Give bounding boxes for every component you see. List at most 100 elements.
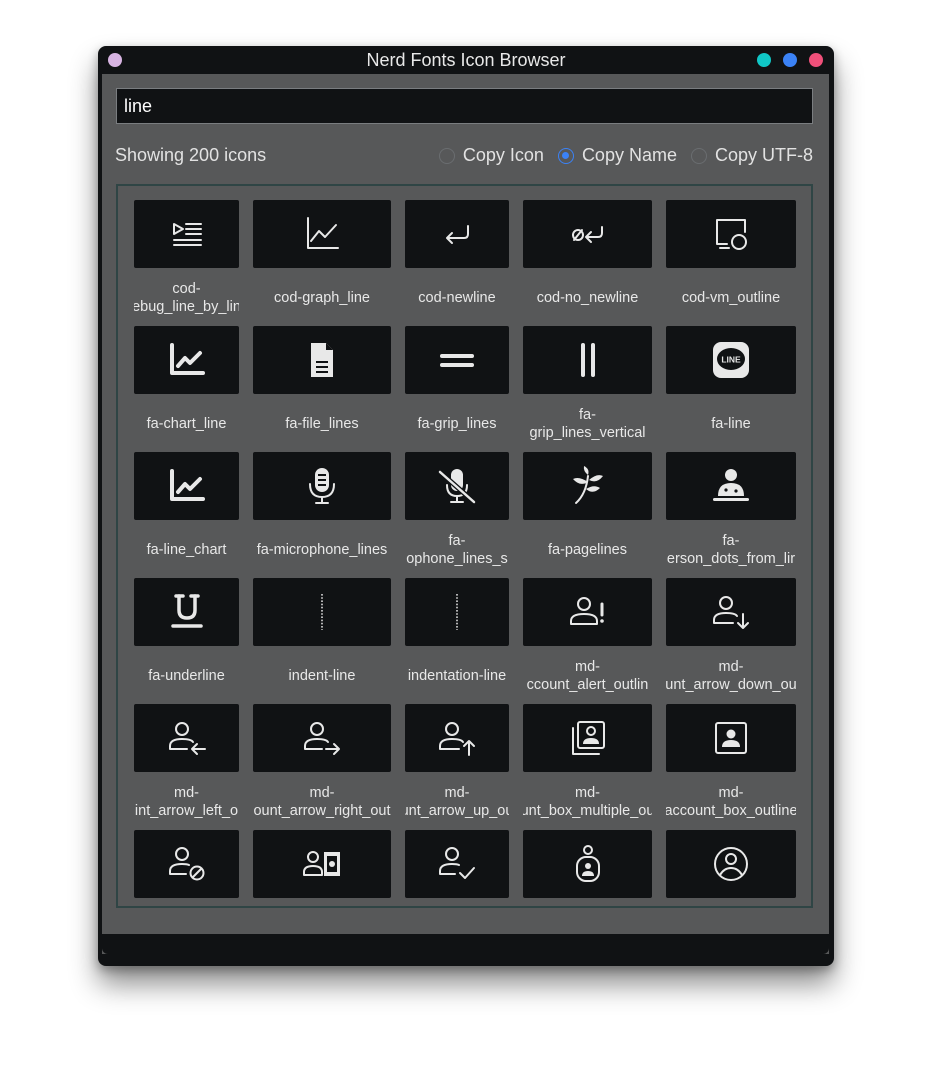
account-arrow-down-outline-icon	[711, 592, 751, 632]
icon-name-line: ophone_lines_s	[406, 551, 508, 567]
icon-name-line: fa-	[448, 533, 466, 549]
icon-name-line: md-	[718, 659, 744, 675]
account-cancel-outline-icon	[167, 844, 207, 884]
icon-cell[interactable]	[523, 830, 652, 906]
icon-name-label: fa-line_chart	[134, 526, 239, 574]
copy-icon-radio[interactable]	[438, 147, 455, 164]
icon-tile[interactable]	[666, 704, 796, 772]
icon-cell[interactable]: cod-newline	[405, 200, 509, 322]
icon-tile[interactable]	[134, 326, 239, 394]
icon-cell[interactable]: LINE fa-line	[666, 326, 796, 448]
icon-name-label: fa-chart_line	[134, 400, 239, 448]
icon-tile[interactable]	[253, 830, 391, 898]
icon-tile[interactable]	[523, 452, 652, 520]
icon-tile[interactable]	[253, 704, 391, 772]
line-app-icon: LINE	[711, 340, 751, 380]
icon-cell[interactable]	[405, 830, 509, 906]
icon-cell[interactable]: indent-line	[253, 578, 391, 700]
account-cash-outline-icon	[302, 844, 342, 884]
icon-cell[interactable]: md-unt_arrow_up_ou	[405, 704, 509, 826]
close-button[interactable]	[809, 53, 823, 67]
icon-cell[interactable]: md-int_arrow_left_o	[134, 704, 239, 826]
icon-tile[interactable]	[134, 578, 239, 646]
icon-name-label: md-int_arrow_left_o	[134, 778, 239, 826]
icon-tile[interactable]	[253, 452, 391, 520]
icon-name-line: fa-	[722, 533, 740, 549]
icon-cell[interactable]: fa-erson_dots_from_lir	[666, 452, 796, 574]
copy-utf8-radio[interactable]	[690, 147, 707, 164]
icon-cell[interactable]	[134, 830, 239, 906]
icon-cell[interactable]	[666, 830, 796, 906]
svg-text:LINE: LINE	[721, 355, 741, 365]
icon-cell[interactable]: md-account_box_outline	[666, 704, 796, 826]
icon-name-label: md-ount_arrow_right_out	[253, 778, 391, 826]
search-input[interactable]: line	[116, 88, 813, 124]
microphone-lines-icon	[302, 466, 342, 506]
icon-name-line: unt_arrow_up_ou	[405, 803, 509, 819]
copy-name-option[interactable]: Copy Name	[557, 145, 677, 166]
icon-tile[interactable]	[253, 578, 391, 646]
icon-cell[interactable]: fa-microphone_lines	[253, 452, 391, 574]
icon-name-line: fa-line	[711, 416, 751, 432]
icon-cell[interactable]: fa-line_chart	[134, 452, 239, 574]
no-newline-icon	[568, 214, 608, 254]
icon-tile[interactable]	[666, 578, 796, 646]
icon-cell[interactable]: cod-no_newline	[523, 200, 652, 322]
icon-tile[interactable]	[523, 200, 652, 268]
underline-icon	[167, 592, 207, 632]
icon-name-line: fa-pagelines	[548, 542, 627, 558]
icon-tile[interactable]	[405, 326, 509, 394]
icon-tile[interactable]	[405, 452, 509, 520]
icon-cell[interactable]: md-unt_arrow_down_ou	[666, 578, 796, 700]
icon-cell[interactable]: fa-file_lines	[253, 326, 391, 448]
copy-utf8-option[interactable]: Copy UTF-8	[690, 145, 813, 166]
icon-name-line: indent-line	[288, 668, 356, 684]
icon-cell[interactable]: cod-graph_line	[253, 200, 391, 322]
icon-cell[interactable]: indentation-line	[405, 578, 509, 700]
icon-tile[interactable]	[134, 200, 239, 268]
icon-tile[interactable]	[134, 704, 239, 772]
icon-cell[interactable]: md-ccount_alert_outlin	[523, 578, 652, 700]
icon-cell[interactable]: fa-underline	[134, 578, 239, 700]
icon-tile[interactable]	[253, 326, 391, 394]
icon-name-label: cod-ebug_line_by_lin	[134, 274, 239, 322]
icon-tile[interactable]	[405, 200, 509, 268]
icon-tile[interactable]	[405, 578, 509, 646]
account-box-multiple-outline-icon	[568, 718, 608, 758]
icon-cell[interactable]: fa-grip_lines_vertical	[523, 326, 652, 448]
icon-cell[interactable]: cod-ebug_line_by_lin	[134, 200, 239, 322]
title-bar[interactable]: Nerd Fonts Icon Browser	[98, 46, 834, 74]
icon-cell[interactable]: fa-chart_line	[134, 326, 239, 448]
copy-name-radio[interactable]	[557, 147, 574, 164]
icon-grid[interactable]: cod-ebug_line_by_lin cod-graph_line cod-ne…	[116, 184, 813, 908]
icon-tile[interactable]	[405, 704, 509, 772]
icon-name-line: ount_arrow_right_out	[253, 803, 391, 819]
icon-name-label: cod-graph_line	[253, 274, 391, 322]
icon-cell[interactable]: fa-pagelines	[523, 452, 652, 574]
icon-tile[interactable]	[253, 200, 391, 268]
icon-tile[interactable]	[134, 830, 239, 898]
icon-tile[interactable]	[523, 704, 652, 772]
icon-name-line: indentation-line	[407, 668, 507, 684]
copy-icon-option[interactable]: Copy Icon	[438, 145, 544, 166]
icon-cell[interactable]: fa-grip_lines	[405, 326, 509, 448]
icon-tile[interactable]	[666, 200, 796, 268]
icon-name-line: cod-newline	[418, 290, 496, 306]
icon-tile[interactable]	[666, 830, 796, 898]
icon-name-label: fa-grip_lines	[405, 400, 509, 448]
icon-cell[interactable]: fa-ophone_lines_s	[405, 452, 509, 574]
icon-tile[interactable]: LINE	[666, 326, 796, 394]
icon-tile[interactable]	[523, 326, 652, 394]
minimize-button[interactable]	[757, 53, 771, 67]
icon-cell[interactable]	[253, 830, 391, 906]
maximize-button[interactable]	[783, 53, 797, 67]
icon-tile[interactable]	[666, 452, 796, 520]
icon-tile[interactable]	[134, 452, 239, 520]
icon-tile[interactable]	[523, 578, 652, 646]
icon-tile[interactable]	[523, 830, 652, 898]
icon-cell[interactable]: md-ount_arrow_right_out	[253, 704, 391, 826]
icon-tile[interactable]	[405, 830, 509, 898]
icon-cell[interactable]: cod-vm_outline	[666, 200, 796, 322]
icon-cell[interactable]: md-unt_box_multiple_ou	[523, 704, 652, 826]
window-menu-dot[interactable]	[108, 53, 122, 67]
